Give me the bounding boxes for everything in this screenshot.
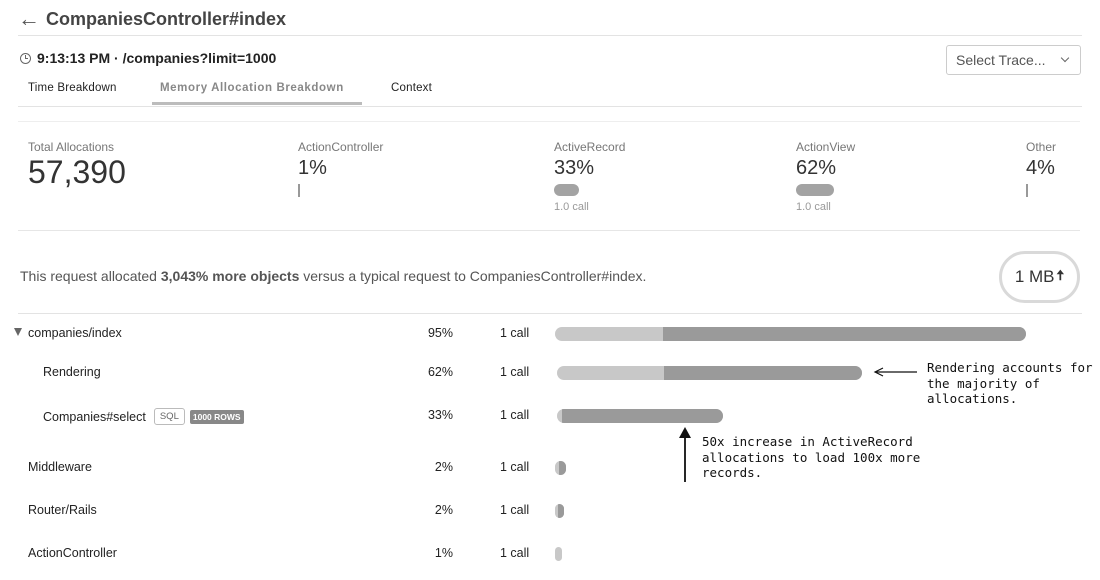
row-calls: 1 call [500,365,530,379]
metric-value: 62% [796,157,837,179]
metric-bar [554,184,579,196]
allocation-bar-fill [557,504,564,518]
up-arrow-icon: 🠅 [1056,267,1065,283]
metric-calls: 1.0 call [554,201,589,213]
metric-value: 57,390 [28,154,126,190]
row-name: Companies#select [43,409,146,424]
divider [18,35,1082,36]
row-percent: 95% [427,326,453,340]
allocation-summary: Total Allocations 57,390 ActionControlle… [18,121,1080,231]
sql-badge[interactable]: SQL [153,408,185,425]
memory-size-badge[interactable]: 1 MB 🠅 [999,251,1080,303]
divider [18,106,1082,107]
row-calls: 1 call [500,326,530,340]
request-timestamp-path: 9:13:13 PM · /companies?limit=1000 [37,50,277,66]
select-trace-label: Select Trace... [956,52,1046,68]
activerecord-metric: ActiveRecord 33% 1.0 call [554,140,625,213]
row-calls: 1 call [500,460,530,474]
row-name: Rendering [43,365,101,379]
allocation-bar-fill [559,461,566,475]
metric-value: 1% [298,157,327,179]
metric-bar [1026,184,1028,197]
metric-label: Total Allocations [28,140,115,154]
row-percent: 33% [427,408,453,422]
other-metric: Other 4% [1026,140,1056,197]
page-title: CompaniesController#index [46,8,287,29]
actioncontroller-metric: ActionController 1% [298,140,383,197]
allocation-bar [555,504,564,518]
allocation-bar-fill [663,366,862,380]
tab-time-breakdown[interactable]: Time Breakdown [28,82,117,94]
metric-value: 4% [1026,157,1055,179]
row-percent: 2% [434,503,453,517]
row-name: Middleware [28,460,92,474]
row-name: companies/index [28,326,122,340]
metric-label: Other [1026,140,1057,154]
comparison-suffix: versus a typical request to CompaniesCon… [299,268,647,284]
metric-label: ActionController [298,140,384,154]
row-calls: 1 call [500,546,530,560]
allocation-bar [557,409,723,423]
comparison-prefix: This request allocated [20,268,161,284]
activerecord-annotation: 50x increase in ActiveRecord allocations… [702,434,921,480]
divider [18,313,1082,314]
clock-icon [20,52,31,64]
allocation-bar-fill [663,327,1026,341]
breakdown-row-companies-index[interactable]: companies/index 95% 1 call [0,322,1100,346]
row-name-with-badges: Companies#select SQL 1000 ROWS [43,408,244,425]
expand-triangle-icon[interactable] [14,328,22,336]
tab-memory-allocation-breakdown[interactable]: Memory Allocation Breakdown [160,82,344,94]
page-header: ← CompaniesController#index [18,8,286,30]
allocation-bar [555,461,566,475]
breakdown-row-companies-select[interactable]: Companies#select SQL 1000 ROWS 33% 1 cal… [0,404,1100,428]
row-name: ActionController [28,546,117,560]
active-tab-indicator [152,102,362,105]
left-arrow-icon[interactable]: ← [18,8,40,30]
row-percent: 1% [434,546,453,560]
allocation-bar [555,327,1026,341]
metric-value: 33% [554,157,595,179]
comparison-highlight: 3,043% more objects [160,268,300,284]
allocation-bar [555,547,562,561]
total-allocations-metric: Total Allocations 57,390 [28,140,126,191]
row-name: Router/Rails [28,503,97,517]
breakdown-row-router-rails[interactable]: Router/Rails 2% 1 call [0,499,1100,523]
request-info: 9:13:13 PM · /companies?limit=1000 [20,50,276,66]
metric-bar [796,184,834,196]
allocation-comparison: This request allocated 3,043% more objec… [20,268,646,284]
memory-size-label: 1 MB [1014,267,1055,286]
row-calls: 1 call [500,503,530,517]
metric-label: ActiveRecord [554,140,626,154]
row-percent: 2% [434,460,453,474]
allocation-bar [557,366,862,380]
actionview-metric: ActionView 62% 1.0 call [796,140,855,213]
metric-label: ActionView [796,140,856,154]
row-calls: 1 call [500,408,530,422]
allocation-bar-fill [561,409,723,423]
metric-bar [298,184,300,197]
tab-context[interactable]: Context [391,82,432,94]
row-percent: 62% [427,365,453,379]
rendering-annotation: Rendering accounts for the majority of a… [927,360,1093,406]
metric-calls: 1.0 call [796,201,831,213]
chevron-down-icon [1060,53,1070,63]
select-trace-dropdown[interactable]: Select Trace... [946,45,1081,75]
breakdown-row-actioncontroller[interactable]: ActionController 1% 1 call [0,542,1100,566]
breakdown-row-middleware[interactable]: Middleware 2% 1 call [0,456,1100,480]
row-count-badge: 1000 ROWS [189,409,244,424]
